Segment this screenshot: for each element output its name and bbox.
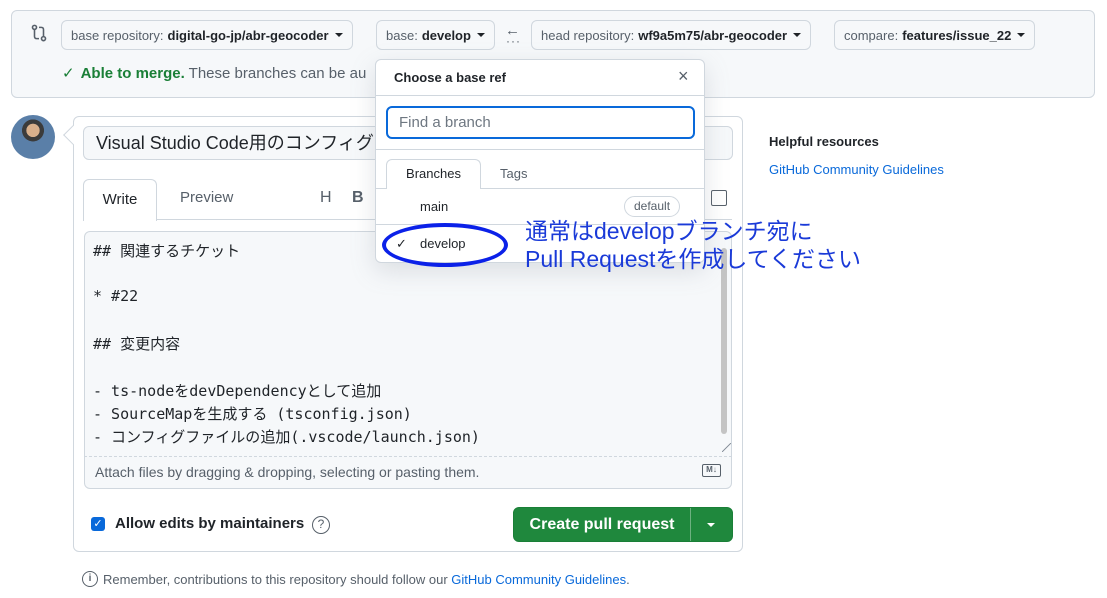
contribution-notice-text: Remember, contributions to this reposito… [103, 572, 452, 587]
body-line: - コンフィグファイルの追加(.vscode/launch.json) [93, 428, 480, 446]
branch-item-main[interactable]: main [420, 199, 448, 214]
fullscreen-icon[interactable] [711, 190, 727, 206]
close-icon[interactable]: × [678, 66, 689, 87]
compare-branch-value: features/issue_22 [902, 27, 1012, 43]
check-icon: ✓ [62, 65, 75, 82]
dropdown-title: Choose a base ref [394, 70, 506, 85]
annotation-note: 通常はdevelopブランチ宛に Pull Requestを作成してください [525, 217, 861, 273]
info-icon: i [82, 571, 98, 587]
body-line: - SourceMapを生成する (tsconfig.json) [93, 405, 412, 423]
base-branch-value: develop [421, 27, 471, 43]
caret-down-icon [707, 523, 715, 527]
helpful-resources-title: Helpful resources [769, 134, 879, 149]
markdown-icon[interactable]: M↓ [702, 464, 721, 477]
git-compare-icon [31, 24, 47, 42]
allow-edits-checkbox[interactable]: ✓ [91, 517, 105, 531]
editor-scrollbar[interactable] [721, 248, 727, 434]
tab-branches[interactable]: Branches [386, 159, 481, 189]
divider [376, 95, 704, 96]
contribution-notice-end: . [626, 572, 630, 587]
annotation-line-2: Pull Requestを作成してください [525, 246, 862, 272]
annotation-line-1: 通常はdevelopブランチ宛に [525, 218, 813, 244]
head-repository-value: wf9a5m75/abr-geocoder [638, 27, 788, 43]
caret-down-icon [476, 33, 485, 37]
base-branch-prefix: base: [386, 27, 418, 43]
contribution-notice: Remember, contributions to this reposito… [103, 572, 630, 587]
create-pull-request-label[interactable]: Create pull request [514, 508, 690, 541]
compare-branch-select[interactable]: compare: features/issue_22 [834, 20, 1036, 50]
caret-down-icon [793, 33, 802, 37]
head-repository-prefix: head repository: [541, 27, 635, 43]
body-line: ## 変更内容 [93, 335, 181, 353]
branch-filter-input[interactable]: Find a branch [386, 106, 695, 139]
attach-files-bar[interactable]: Attach files by dragging & dropping, sel… [84, 456, 732, 489]
base-repository-select[interactable]: base repository: digital-go-jp/abr-geoco… [61, 20, 353, 50]
merge-status: ✓ Able to merge. These branches can be au [62, 64, 366, 82]
heading-tool-button[interactable]: H [320, 189, 332, 207]
sidebar-community-guidelines-link[interactable]: GitHub Community Guidelines [769, 162, 944, 177]
compare-branch-prefix: compare: [844, 27, 899, 43]
body-line: - ts-nodeをdevDependencyとして追加 [93, 382, 382, 400]
tab-write[interactable]: Write [83, 179, 157, 221]
default-badge: default [624, 196, 681, 217]
tab-preview[interactable]: Preview [180, 189, 233, 206]
base-branch-select[interactable]: base: develop [376, 20, 495, 50]
caret-down-icon [334, 33, 343, 37]
bold-tool-button[interactable]: B [352, 189, 364, 207]
highlight-ellipse [382, 223, 508, 267]
tab-tags[interactable]: Tags [500, 166, 527, 181]
base-repository-prefix: base repository: [71, 27, 164, 43]
create-pull-request-button[interactable]: Create pull request [513, 507, 733, 542]
caret-down-icon [1017, 33, 1026, 37]
head-repository-select[interactable]: head repository: wf9a5m75/abr-geocoder [531, 20, 812, 50]
merge-status-text: These branches can be au [188, 65, 367, 82]
community-guidelines-link[interactable]: GitHub Community Guidelines [451, 572, 626, 587]
body-line: * #22 [93, 287, 139, 305]
merge-status-label: Able to merge. [80, 65, 185, 82]
allow-edits-label: Allow edits by maintainers [115, 515, 305, 532]
avatar[interactable] [11, 115, 55, 159]
more-dots-icon: ··· [506, 34, 521, 48]
resize-handle-icon[interactable] [722, 443, 731, 452]
create-options-dropdown[interactable] [691, 508, 733, 541]
help-icon[interactable]: ? [312, 516, 330, 534]
base-repository-value: digital-go-jp/abr-geocoder [167, 27, 329, 43]
divider [376, 149, 704, 150]
body-line: ## 関連するチケット [93, 242, 241, 260]
